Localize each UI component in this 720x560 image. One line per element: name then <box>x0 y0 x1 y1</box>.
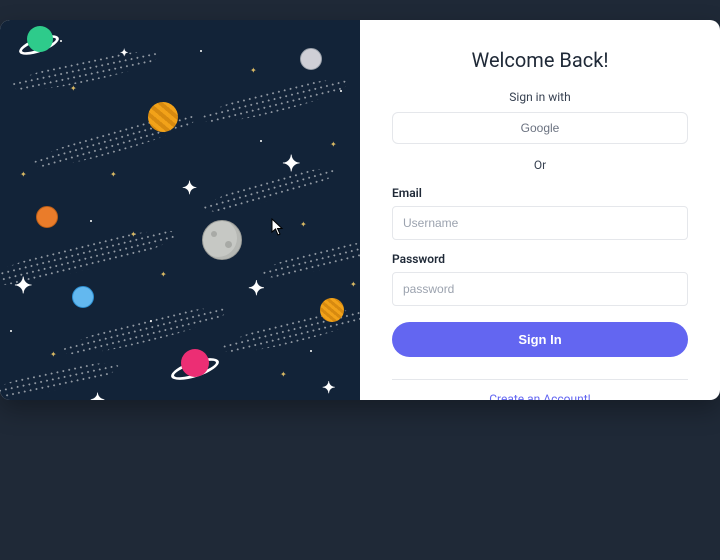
email-label: Email <box>392 186 688 200</box>
password-input[interactable] <box>392 272 688 306</box>
or-divider: Or <box>392 158 688 172</box>
login-form: Welcome Back! Sign in with Google Or Ema… <box>360 20 720 400</box>
signin-button[interactable]: Sign In <box>392 322 688 357</box>
login-card: ✦ ✦ ✦ ✦ ✦ ✦ ✦ ✦ ✦ ✦ ✦ ✦ ✦ ✦ ✦ ✦ ✦ ✦ ✦ We… <box>0 20 720 400</box>
divider <box>392 379 688 380</box>
email-input[interactable] <box>392 206 688 240</box>
password-label: Password <box>392 252 688 266</box>
signin-with-label: Sign in with <box>392 90 688 104</box>
google-oauth-button[interactable]: Google <box>392 112 688 144</box>
cursor-icon <box>271 218 285 236</box>
space-illustration: ✦ ✦ ✦ ✦ ✦ ✦ ✦ ✦ ✦ ✦ ✦ ✦ ✦ ✦ ✦ ✦ ✦ ✦ ✦ <box>0 20 360 400</box>
page-title: Welcome Back! <box>392 48 688 72</box>
create-account-link[interactable]: Create an Account! <box>392 392 688 400</box>
